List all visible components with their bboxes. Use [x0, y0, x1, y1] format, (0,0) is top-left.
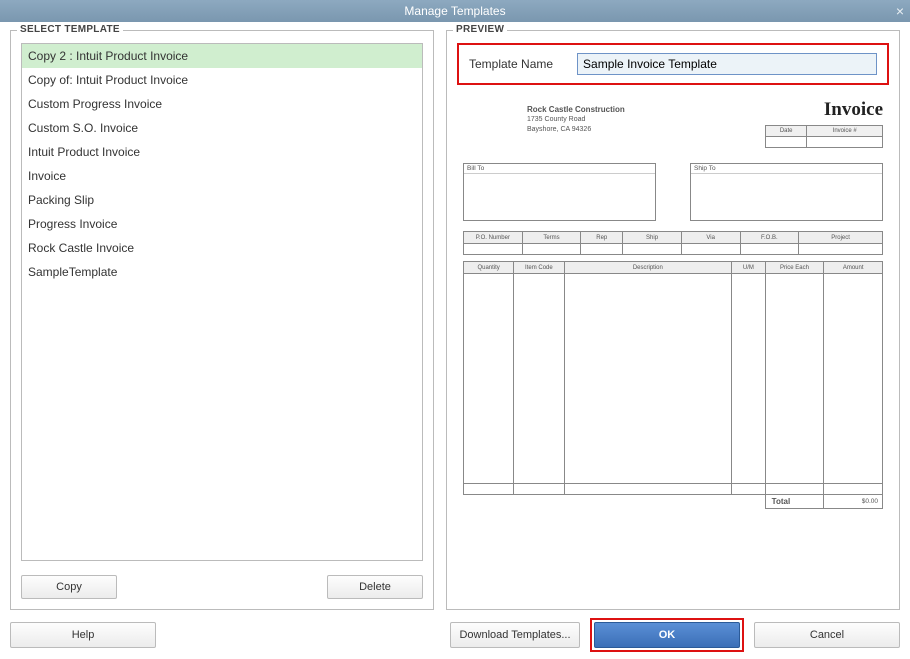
list-item[interactable]: Invoice [22, 164, 422, 188]
col-header: Via [681, 232, 740, 244]
template-list[interactable]: Copy 2 : Intuit Product InvoiceCopy of: … [21, 43, 423, 561]
ok-button[interactable]: OK [594, 622, 740, 648]
ok-highlight: OK [590, 618, 744, 652]
col-header: Ship [623, 232, 682, 244]
list-item[interactable]: Custom S.O. Invoice [22, 116, 422, 140]
bill-to-label: Bill To [464, 164, 655, 174]
order-info-table: P.O. NumberTermsRepShipViaF.O.B.Project [463, 231, 883, 255]
list-item[interactable]: SampleTemplate [22, 260, 422, 284]
company-addr2: Bayshore, CA 94326 [527, 125, 765, 135]
preview-panel: PREVIEW Template Name Rock Castle Constr… [446, 30, 900, 610]
invoice-preview: Rock Castle Construction 1735 County Roa… [457, 95, 889, 573]
col-header: Terms [522, 232, 581, 244]
footer-bar: Help Download Templates... OK Cancel [0, 612, 910, 652]
template-name-row: Template Name [457, 43, 889, 85]
col-header: Rep [581, 232, 623, 244]
company-name: Rock Castle Construction [527, 105, 765, 115]
col-header: Quantity [464, 262, 514, 274]
list-item[interactable]: Copy 2 : Intuit Product Invoice [22, 44, 422, 68]
ship-to-box: Ship To [690, 163, 883, 221]
list-item[interactable]: Copy of: Intuit Product Invoice [22, 68, 422, 92]
list-item[interactable]: Packing Slip [22, 188, 422, 212]
line-items-table: QuantityItem CodeDescriptionU/MPrice Eac… [463, 261, 883, 509]
date-invoice-table: Date Invoice # [765, 125, 883, 148]
total-label: Total [765, 495, 824, 509]
col-header: Amount [824, 262, 883, 274]
select-template-legend: SELECT TEMPLATE [17, 24, 123, 35]
col-header: P.O. Number [464, 232, 523, 244]
list-item[interactable]: Rock Castle Invoice [22, 236, 422, 260]
template-name-input[interactable] [577, 53, 877, 75]
template-name-label: Template Name [469, 57, 553, 71]
list-item[interactable]: Progress Invoice [22, 212, 422, 236]
bill-to-box: Bill To [463, 163, 656, 221]
title-bar: Manage Templates × [0, 0, 910, 22]
col-header: Project [799, 232, 883, 244]
col-header: Description [564, 262, 732, 274]
list-item[interactable]: Intuit Product Invoice [22, 140, 422, 164]
list-item[interactable]: Custom Progress Invoice [22, 92, 422, 116]
invoice-title: Invoice [765, 99, 883, 121]
select-template-panel: SELECT TEMPLATE Copy 2 : Intuit Product … [10, 30, 434, 610]
col-header: U/M [732, 262, 766, 274]
col-header: Item Code [514, 262, 564, 274]
copy-button[interactable]: Copy [21, 575, 117, 599]
download-templates-button[interactable]: Download Templates... [450, 622, 580, 648]
company-addr1: 1735 County Road [527, 115, 765, 125]
total-value: $0.00 [824, 495, 883, 509]
date-header: Date [766, 126, 807, 137]
cancel-button[interactable]: Cancel [754, 622, 900, 648]
window-title: Manage Templates [404, 4, 505, 18]
company-block: Rock Castle Construction 1735 County Roa… [463, 99, 765, 155]
col-header: Price Each [765, 262, 824, 274]
delete-button[interactable]: Delete [327, 575, 423, 599]
preview-legend: PREVIEW [453, 24, 507, 35]
ship-to-label: Ship To [691, 164, 882, 174]
close-icon[interactable]: × [896, 0, 904, 22]
invoice-num-header: Invoice # [807, 126, 883, 137]
help-button[interactable]: Help [10, 622, 156, 648]
col-header: F.O.B. [740, 232, 799, 244]
